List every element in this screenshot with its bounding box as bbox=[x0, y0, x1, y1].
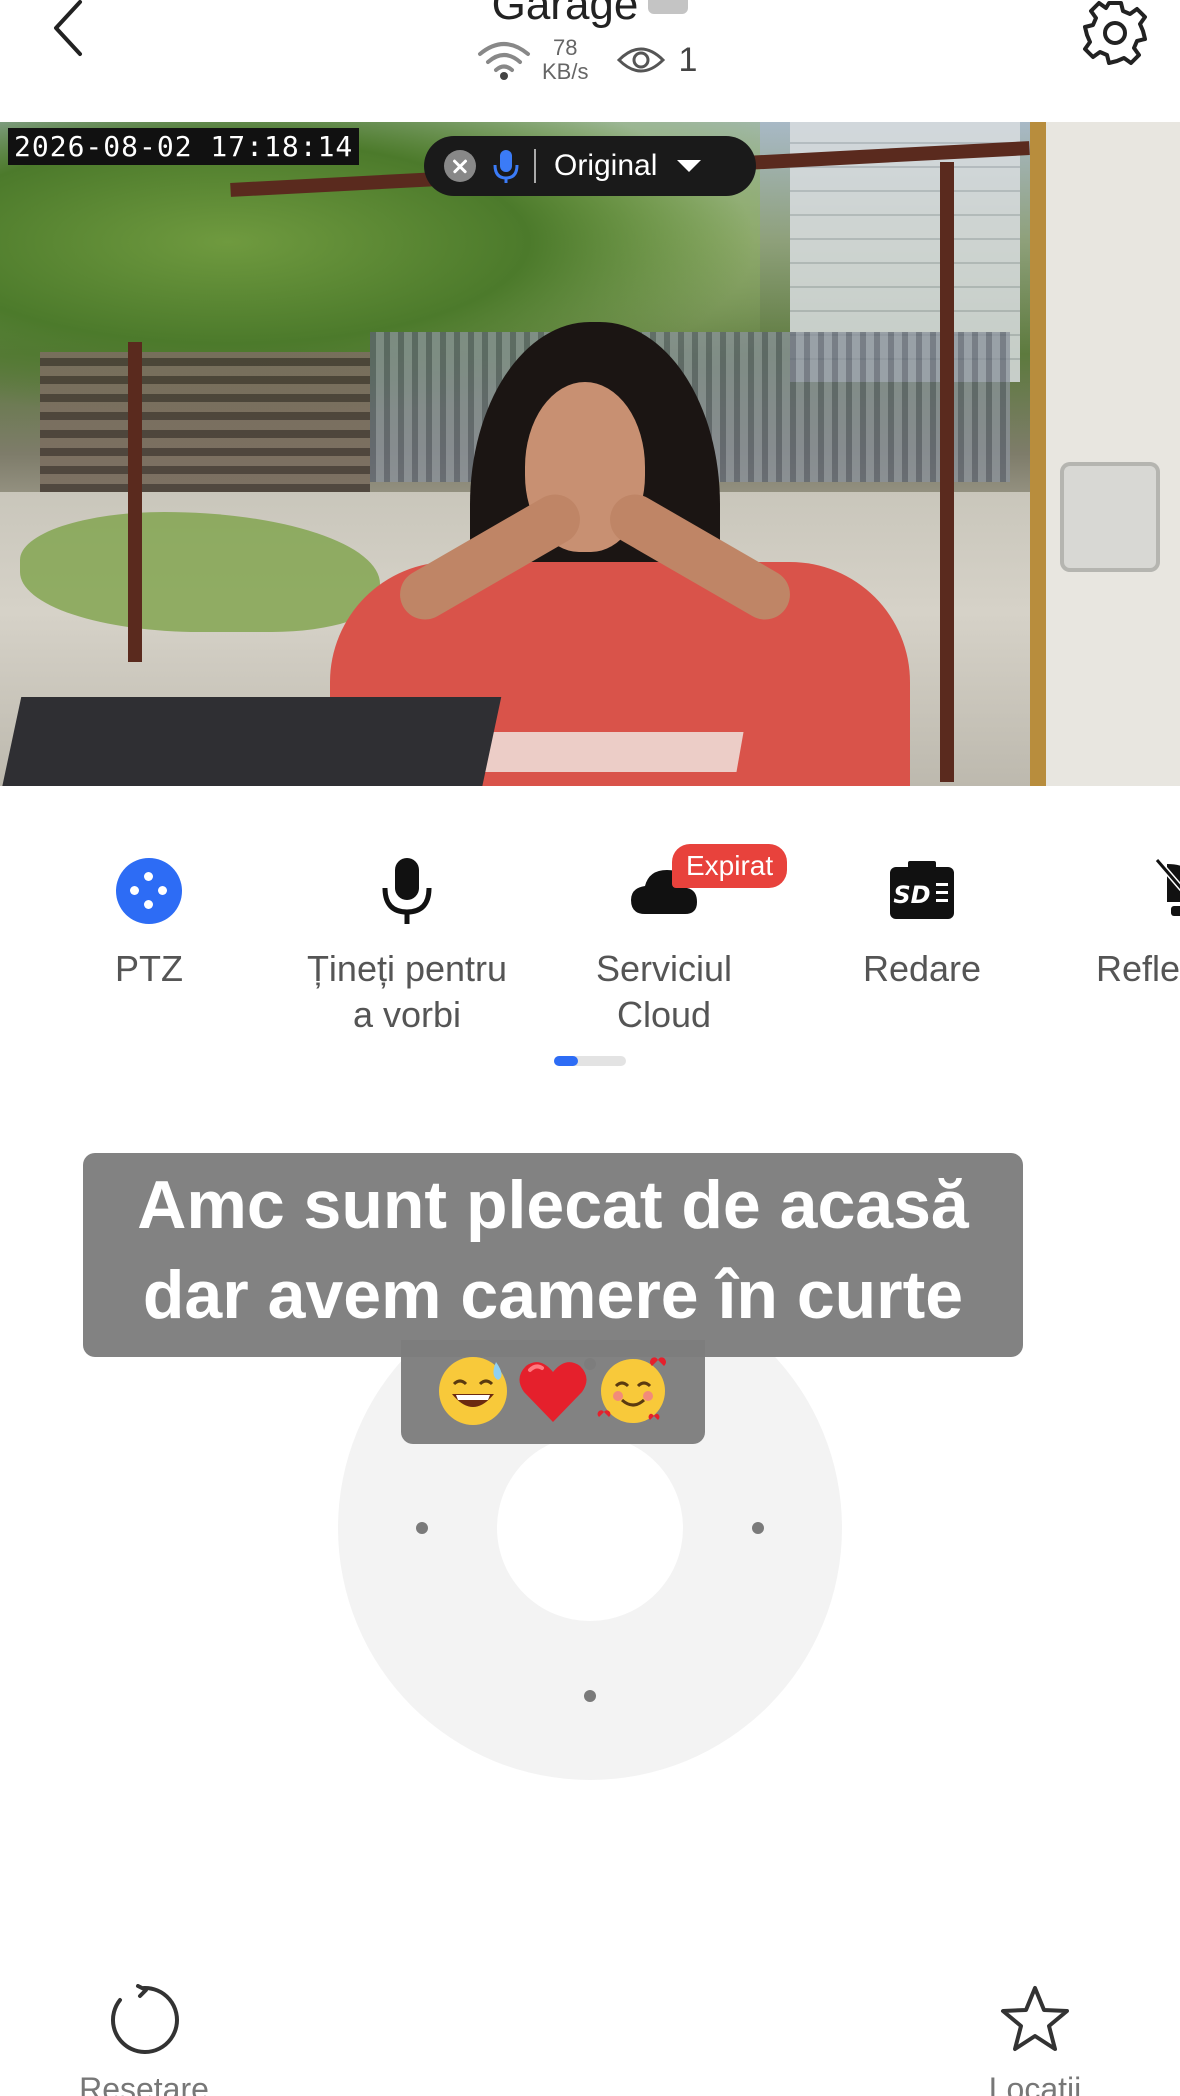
toolbar-item-label: Redare bbox=[862, 948, 982, 989]
expired-badge: Expirat bbox=[672, 844, 788, 888]
data-rate: 78 KB/s bbox=[542, 36, 588, 84]
eye-icon bbox=[617, 47, 666, 73]
video-scene-post bbox=[940, 162, 954, 782]
toolbar-item-label: Cloud bbox=[616, 994, 712, 1035]
data-rate-unit: KB/s bbox=[542, 59, 589, 84]
toolbar-item-label: Țineți pentru bbox=[306, 948, 508, 989]
toolbar-item-playback[interactable]: SD Redare bbox=[792, 856, 1052, 992]
toolbar-page-indicator bbox=[554, 1056, 626, 1066]
video-scene-wooden-fence bbox=[40, 352, 370, 492]
chevron-down-icon[interactable] bbox=[648, 0, 689, 15]
ptz-down-indicator[interactable] bbox=[584, 1690, 596, 1702]
toolbar-item-label: Refle bbox=[1096, 948, 1180, 989]
star-icon bbox=[1001, 1986, 1069, 2051]
toolbar-item-ptz[interactable]: PTZ bbox=[19, 856, 279, 992]
reset-label: Resetare bbox=[79, 2071, 209, 2096]
caption-line: Amc sunt plecat de acasă bbox=[137, 1167, 969, 1243]
sd-card-icon: SD bbox=[890, 861, 954, 919]
toolbar-item-label: a vorbi bbox=[352, 994, 462, 1035]
video-scene-shirt-print bbox=[476, 732, 744, 772]
caret-down-icon[interactable] bbox=[677, 160, 702, 172]
microphone-icon[interactable] bbox=[492, 148, 520, 184]
reset-button[interactable]: Resetare bbox=[44, 1984, 244, 2096]
device-live-view-screen: Garage 78 KB/s 1 2026-08-02 17:18:14 Ori… bbox=[0, 0, 1180, 2096]
microphone-icon bbox=[382, 858, 432, 924]
caption-emojis bbox=[401, 1346, 705, 1436]
viewer-count: 1 bbox=[678, 40, 698, 79]
ptz-joystick-center[interactable] bbox=[497, 1435, 683, 1621]
caption-text: Amc sunt plecat de acasă dar avem camere… bbox=[83, 1160, 1023, 1340]
video-timestamp: 2026-08-02 17:18:14 bbox=[8, 128, 360, 165]
locations-label: Locații bbox=[988, 2071, 1082, 2096]
close-icon[interactable] bbox=[444, 150, 476, 182]
red-heart-emoji bbox=[519, 1362, 587, 1422]
toolbar-page-indicator-active bbox=[554, 1056, 578, 1066]
ptz-right-indicator[interactable] bbox=[752, 1522, 764, 1534]
toolbar-item-hold-to-talk[interactable]: Țineți pentru a vorbi bbox=[277, 856, 537, 1038]
gear-icon[interactable] bbox=[1078, 0, 1152, 70]
ptz-icon bbox=[116, 858, 182, 924]
svg-text:SD: SD bbox=[893, 881, 930, 909]
toolbar-item-label: Serviciul bbox=[595, 948, 733, 989]
device-name: Garage bbox=[491, 0, 639, 29]
toolbar-item-label: PTZ bbox=[115, 948, 183, 989]
divider bbox=[534, 149, 536, 183]
ptz-left-indicator[interactable] bbox=[416, 1522, 428, 1534]
locations-button[interactable]: Locații bbox=[935, 1984, 1135, 2096]
data-rate-value: 78 bbox=[552, 35, 578, 60]
stream-stats: 78 KB/s 1 bbox=[476, 30, 697, 90]
video-scene-power-plug bbox=[1060, 462, 1160, 572]
live-video-feed[interactable]: 2026-08-02 17:18:14 Original bbox=[0, 122, 1180, 786]
quality-selector[interactable]: Original bbox=[554, 149, 657, 183]
light-icon bbox=[1154, 858, 1180, 916]
refresh-icon bbox=[111, 1984, 179, 2054]
video-scene-door-frame bbox=[1030, 122, 1180, 786]
video-scene-post bbox=[128, 342, 142, 662]
wifi-icon bbox=[478, 42, 530, 80]
video-scene-dark-object bbox=[0, 697, 502, 786]
smiling-face-with-hearts-emoji bbox=[597, 1357, 666, 1423]
page-title: Garage bbox=[0, 0, 1180, 30]
caption-line: dar avem camere în curte bbox=[142, 1257, 964, 1333]
toolbar-item-light[interactable]: Refle bbox=[1050, 856, 1180, 992]
sweat-smile-emoji bbox=[439, 1357, 507, 1425]
talk-control-bar: Original bbox=[424, 136, 756, 196]
